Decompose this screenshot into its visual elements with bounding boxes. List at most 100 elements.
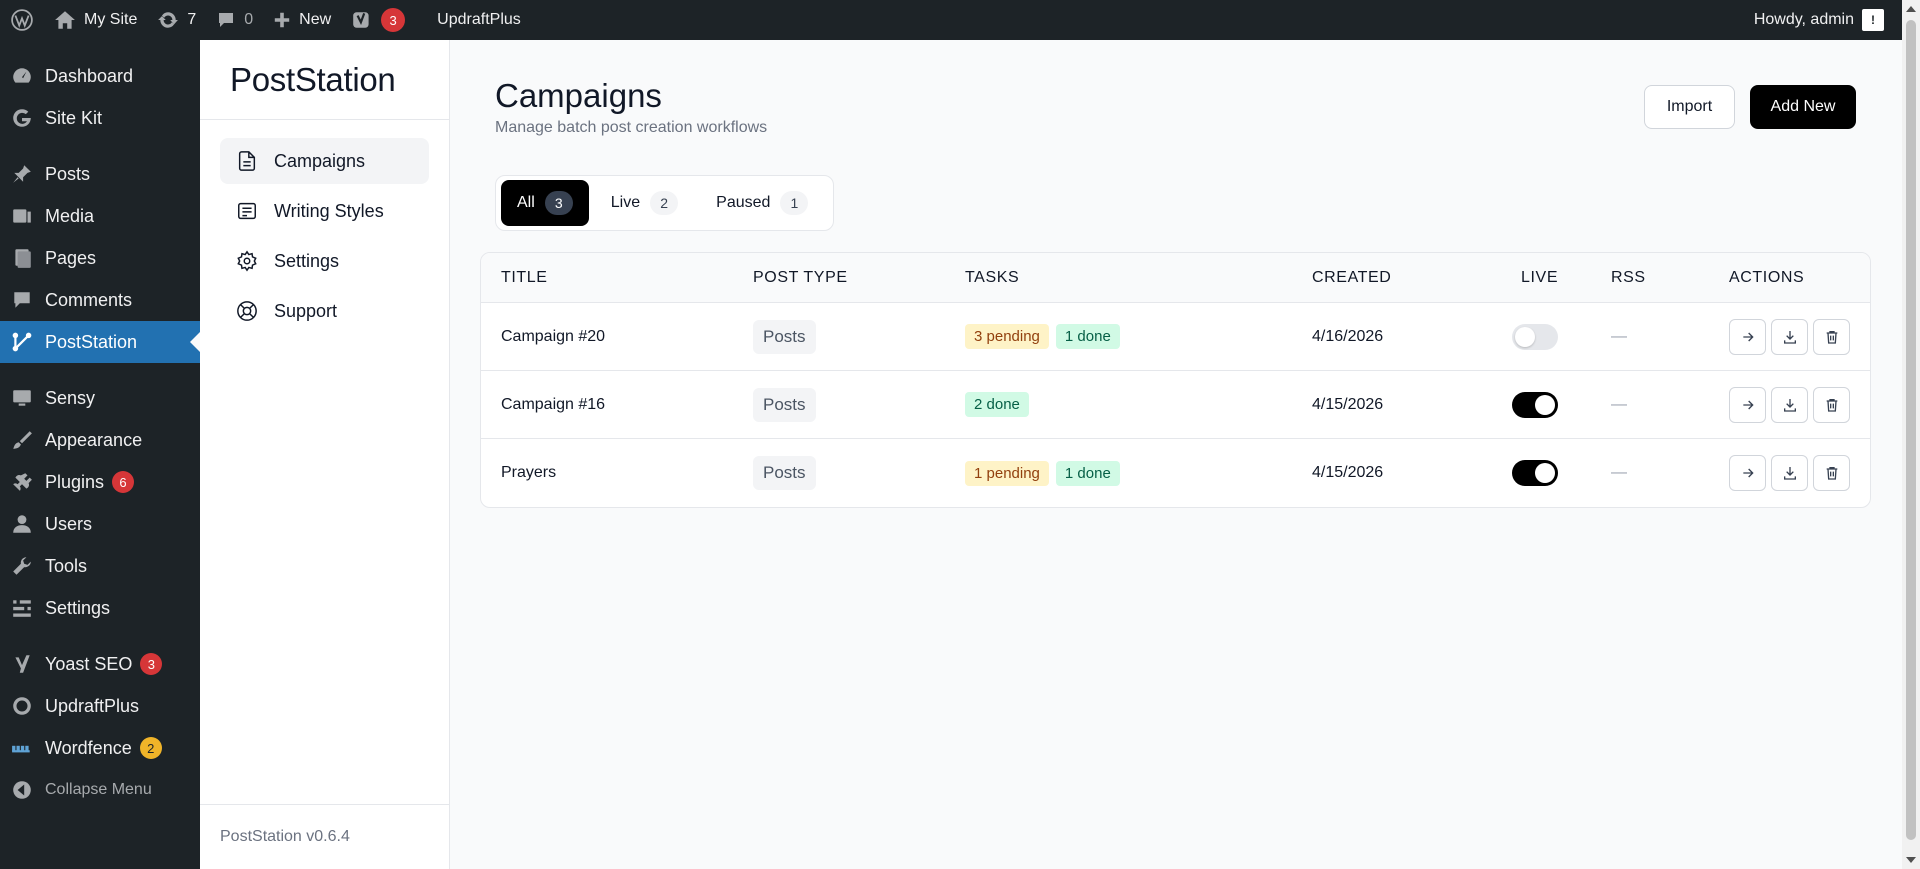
- download-icon: [1783, 398, 1796, 412]
- tab-all[interactable]: All 3: [501, 180, 589, 226]
- campaign-title[interactable]: Campaign #20: [501, 328, 605, 346]
- updates-link[interactable]: 7: [147, 0, 206, 40]
- delete-button[interactable]: [1813, 455, 1850, 491]
- menu-item-wordfence[interactable]: Wordfence 2: [0, 727, 200, 769]
- tab-live[interactable]: Live 2: [595, 180, 694, 226]
- nav-campaigns[interactable]: Campaigns: [220, 138, 429, 184]
- pending-tag: 1 pending: [965, 460, 1049, 486]
- menu-item-yoast-seo[interactable]: Yoast SEO 3: [0, 643, 200, 685]
- menu-label: UpdraftPlus: [45, 695, 140, 716]
- account-link[interactable]: Howdy, admin !: [1744, 0, 1894, 40]
- campaigns-table: TITLE POST TYPE TASKS CREATED LIVE RSS A…: [480, 252, 1871, 508]
- export-button[interactable]: [1771, 386, 1808, 423]
- column-header[interactable]: ACTIONS: [1729, 269, 1804, 287]
- menu-label: Plugins: [45, 471, 105, 492]
- menu-item-plugins[interactable]: Plugins 6: [0, 461, 200, 503]
- yoast-icon: [11, 653, 33, 675]
- column-header[interactable]: RSS: [1611, 269, 1646, 287]
- updraft-icon: [11, 695, 33, 717]
- comments-link[interactable]: 0: [206, 0, 263, 40]
- import-button[interactable]: Import: [1644, 85, 1735, 129]
- delete-button[interactable]: [1813, 386, 1850, 423]
- collapse-arrow-icon: [11, 779, 33, 801]
- updraftplus-link[interactable]: UpdraftPlus: [427, 0, 531, 40]
- column-header[interactable]: CREATED: [1312, 269, 1391, 287]
- nav-writing-styles[interactable]: Writing Styles: [220, 188, 429, 234]
- gear-icon: [237, 250, 257, 272]
- menu-item-updraftplus[interactable]: UpdraftPlus: [0, 685, 200, 727]
- rss-value: —: [1611, 327, 1627, 345]
- column-header[interactable]: TASKS: [965, 269, 1019, 287]
- arrow-right-icon: [1742, 332, 1754, 341]
- delete-button[interactable]: [1813, 318, 1850, 355]
- menu-item-appearance[interactable]: Appearance: [0, 419, 200, 461]
- plugins-badge: 6: [112, 471, 135, 493]
- scroll-up-arrow[interactable]: [1906, 6, 1916, 12]
- nav-support[interactable]: Support: [220, 288, 429, 334]
- open-button[interactable]: [1729, 386, 1766, 423]
- howdy-label: Howdy, admin: [1753, 11, 1854, 28]
- tab-count: 1: [780, 191, 809, 215]
- menu-item-users[interactable]: Users: [0, 503, 200, 545]
- tab-paused[interactable]: Paused 1: [700, 180, 824, 226]
- main-content: Campaigns Manage batch post creation wor…: [450, 40, 1902, 869]
- menu-item-comments[interactable]: Comments: [0, 279, 200, 321]
- menu-item-site-kit[interactable]: Site Kit: [0, 97, 200, 139]
- yoast-icon: [353, 12, 369, 28]
- campaign-title[interactable]: Prayers: [501, 464, 556, 482]
- nav-settings[interactable]: Settings: [220, 238, 429, 284]
- menu-item-pages[interactable]: Pages: [0, 237, 200, 279]
- scroll-thumb[interactable]: [1906, 20, 1916, 840]
- column-header[interactable]: LIVE: [1521, 269, 1558, 287]
- tab-label: All: [517, 194, 535, 211]
- column-header[interactable]: TITLE: [501, 269, 548, 287]
- menu-item-dashboard[interactable]: Dashboard: [0, 55, 200, 97]
- menu-item-sensy[interactable]: Sensy: [0, 377, 200, 419]
- site-name-link[interactable]: My Site: [44, 0, 147, 40]
- live-toggle[interactable]: [1512, 391, 1558, 418]
- export-button[interactable]: [1771, 455, 1808, 491]
- new-content-link[interactable]: New: [263, 0, 341, 40]
- pending-tag: 3 pending: [965, 324, 1049, 349]
- admin-bar: My Site 7 0 New 3 UpdraftPlus Howdy, adm…: [0, 0, 1920, 40]
- refresh-icon: [158, 12, 179, 28]
- yoast-link[interactable]: 3: [341, 0, 415, 40]
- table-row[interactable]: Prayers Posts 1 pending 1 done 4/15/2026…: [481, 439, 1870, 507]
- menu-label: Site Kit: [45, 107, 103, 128]
- collapse-menu-button[interactable]: Collapse Menu: [0, 769, 200, 811]
- menu-label: Sensy: [45, 387, 96, 408]
- campaign-title[interactable]: Campaign #16: [501, 396, 605, 414]
- menu-label: Media: [45, 205, 95, 226]
- menu-label: Settings: [45, 597, 111, 618]
- live-toggle[interactable]: [1512, 460, 1558, 486]
- menu-item-media[interactable]: Media: [0, 195, 200, 237]
- pages-icon: [11, 247, 33, 269]
- media-icon: [11, 205, 33, 227]
- menu-item-poststation[interactable]: PostStation: [0, 321, 200, 363]
- menu-item-posts[interactable]: Posts: [0, 153, 200, 195]
- column-header[interactable]: POST TYPE: [753, 269, 848, 287]
- menu-label: Dashboard: [45, 65, 134, 86]
- created-date: 4/16/2026: [1312, 327, 1384, 345]
- open-button[interactable]: [1729, 455, 1766, 491]
- export-button[interactable]: [1771, 318, 1808, 355]
- menu-label: Tools: [45, 555, 88, 576]
- wordpress-logo-icon[interactable]: [0, 0, 44, 40]
- document-icon: [238, 151, 256, 171]
- open-button[interactable]: [1729, 318, 1766, 355]
- download-icon: [1783, 467, 1796, 480]
- table-row[interactable]: Campaign #20 Posts 3 pending 1 done 4/16…: [481, 303, 1870, 371]
- live-toggle[interactable]: [1512, 323, 1558, 350]
- add-new-button[interactable]: Add New: [1750, 85, 1856, 129]
- collapse-label: Collapse Menu: [45, 781, 152, 798]
- page-scrollbar[interactable]: [1902, 0, 1920, 869]
- menu-item-tools[interactable]: Tools: [0, 545, 200, 587]
- menu-item-settings[interactable]: Settings: [0, 587, 200, 629]
- lifebuoy-icon: [237, 301, 257, 321]
- nav-label: Writing Styles: [274, 200, 384, 221]
- menu-label: Yoast SEO: [45, 653, 133, 674]
- table-header: TITLE POST TYPE TASKS CREATED LIVE RSS A…: [481, 253, 1870, 303]
- scroll-down-arrow[interactable]: [1906, 857, 1916, 863]
- pin-icon: [11, 163, 33, 185]
- table-row[interactable]: Campaign #16 Posts 2 done 4/15/2026 —: [481, 371, 1870, 439]
